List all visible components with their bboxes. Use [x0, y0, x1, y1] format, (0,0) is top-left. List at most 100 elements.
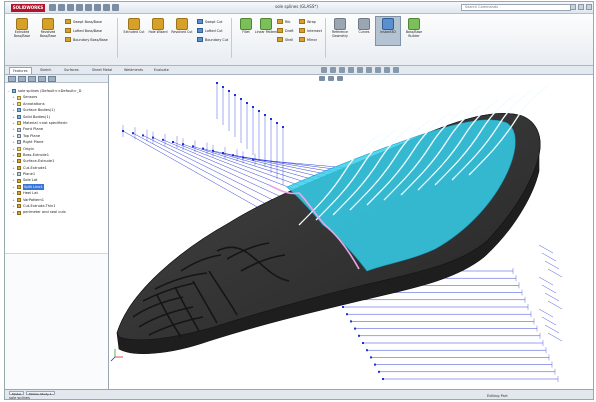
- pan-icon[interactable]: [328, 76, 334, 81]
- open-icon[interactable]: [58, 4, 65, 11]
- save-icon[interactable]: [67, 4, 74, 11]
- split-line-icon: [17, 185, 21, 190]
- lofted-cut-button[interactable]: Lofted Cut: [197, 28, 223, 33]
- dimension-line: [544, 260, 560, 270]
- dimension-endpoint: [366, 349, 368, 352]
- dimension-endpoint: [282, 126, 284, 128]
- view-orientation-icon[interactable]: [357, 67, 363, 73]
- revolved-boss-button[interactable]: Revolved Boss/Base: [35, 18, 61, 38]
- dimension-endpoint: [264, 114, 266, 116]
- zoom-fit-icon[interactable]: [321, 67, 327, 73]
- dimension-endpoint: [246, 102, 248, 104]
- dimension-line: [544, 324, 560, 334]
- lofted-boss-button[interactable]: Lofted Boss/Base: [65, 28, 102, 33]
- hole-wizard-button[interactable]: Hole Wizard: [145, 18, 171, 35]
- dimension-endpoint: [216, 82, 218, 84]
- button-label: Swept Boss/Base: [73, 19, 102, 24]
- mirror-button[interactable]: Mirror: [299, 37, 317, 42]
- dimension-line: [538, 244, 554, 254]
- rotate-icon[interactable]: [319, 76, 325, 81]
- boundary-cut-icon: [197, 37, 203, 42]
- button-label: Lofted Cut: [205, 28, 223, 33]
- new-icon[interactable]: [49, 4, 56, 11]
- rebuild-icon[interactable]: [103, 4, 110, 11]
- undo-icon[interactable]: [85, 4, 92, 11]
- mirror-icon: [299, 37, 305, 42]
- maximize-icon[interactable]: [578, 4, 584, 10]
- display-style-icon[interactable]: [366, 67, 372, 73]
- tab-motion-study[interactable]: Motion Study 1: [26, 391, 55, 396]
- solidworks-logo: SOLIDWORKS: [11, 4, 45, 12]
- button-label: Revolved Cut: [171, 30, 193, 34]
- swept-cut-button[interactable]: Swept Cut: [197, 19, 222, 24]
- search-input[interactable]: Search Commands: [461, 4, 571, 11]
- builder-button[interactable]: Boss/Base Builder: [401, 18, 427, 38]
- tab-surfaces[interactable]: Surfaces: [61, 67, 82, 74]
- zoom-icon[interactable]: [337, 76, 343, 81]
- dimension-endpoint: [276, 122, 278, 124]
- button-label: Linear Pattern: [254, 30, 278, 34]
- close-icon[interactable]: [586, 4, 592, 10]
- zoom-area-icon[interactable]: [330, 67, 336, 73]
- dimension-endpoint: [382, 378, 384, 380]
- rib-button[interactable]: Rib: [277, 19, 290, 24]
- shell-icon: [277, 37, 283, 42]
- tab-model[interactable]: Model: [9, 391, 25, 396]
- extruded-boss-button[interactable]: Extruded Boss/Base: [9, 18, 35, 38]
- button-label: Curves: [358, 30, 370, 34]
- intersect-button[interactable]: Intersect: [299, 28, 322, 33]
- dimension-line: [541, 316, 557, 326]
- appearance-icon[interactable]: [384, 67, 390, 73]
- print-icon[interactable]: [76, 4, 83, 11]
- previous-view-icon[interactable]: [339, 67, 345, 73]
- tab-sheet-metal[interactable]: Sheet Metal: [89, 67, 115, 74]
- hide-show-icon[interactable]: [375, 67, 381, 73]
- revolved-cut-button[interactable]: Revolved Cut: [169, 18, 195, 35]
- tab-weldments[interactable]: Weldments: [121, 67, 146, 74]
- expand-icon[interactable]: +: [12, 209, 15, 215]
- dimension-endpoint: [234, 94, 236, 96]
- draft-button[interactable]: Draft: [277, 28, 294, 33]
- scene-icon[interactable]: [393, 67, 399, 73]
- property-manager-tab-icon[interactable]: [18, 76, 26, 82]
- section-view-icon[interactable]: [348, 67, 354, 73]
- graphics-area[interactable]: [109, 75, 594, 389]
- curves-button[interactable]: Curves: [351, 18, 377, 35]
- fillet-icon: [240, 18, 252, 30]
- dimension-line: [547, 300, 563, 310]
- solid-bodies-icon: [17, 114, 21, 119]
- configuration-tab-icon[interactable]: [28, 76, 36, 82]
- wrap-button[interactable]: Wrap: [299, 19, 316, 24]
- boundary-boss-button[interactable]: Boundary Boss/Base: [65, 37, 108, 42]
- tree-item[interactable]: + perimeter and seal cuts: [5, 209, 108, 215]
- dimxpert-tab-icon[interactable]: [38, 76, 46, 82]
- select-icon[interactable]: [94, 4, 101, 11]
- tab-features[interactable]: Features: [9, 67, 32, 74]
- linear-pattern-button[interactable]: Linear Pattern: [253, 18, 279, 35]
- sketch-icon: [17, 191, 21, 196]
- tab-sketch[interactable]: Sketch: [37, 67, 54, 74]
- extruded-cut-button[interactable]: Extruded Cut: [121, 18, 147, 35]
- feature-tree-tab-icon[interactable]: [8, 76, 16, 82]
- options-icon[interactable]: [112, 4, 119, 11]
- status-editing-mode: Editing Part: [487, 394, 508, 398]
- reference-geometry-button[interactable]: Reference Geometry: [327, 18, 353, 38]
- feature-manager-tree: − sole splines (Default<<Default>_D + Sen…: [5, 75, 109, 389]
- dimension-endpoint: [162, 138, 164, 141]
- model-tabs: Model Motion Study 1: [9, 391, 55, 396]
- lofted-cut-icon: [197, 28, 203, 33]
- swept-boss-button[interactable]: Swept Boss/Base: [65, 19, 102, 24]
- dimension-line: [538, 276, 554, 286]
- boundary-cut-button[interactable]: Boundary Cut: [197, 37, 228, 42]
- button-label: Boss/Base Builder: [405, 30, 423, 38]
- display-tab-icon[interactable]: [48, 76, 56, 82]
- sole-model-viewport[interactable]: [109, 75, 594, 389]
- tab-evaluate[interactable]: Evaluate: [151, 67, 172, 74]
- instant3d-button[interactable]: Instant3D: [375, 18, 401, 35]
- shell-button[interactable]: Shell: [277, 37, 293, 42]
- dimension-endpoint: [232, 154, 234, 157]
- minimize-icon[interactable]: [570, 4, 576, 10]
- annotations-icon: [17, 101, 21, 106]
- extruded-boss-icon: [16, 18, 28, 30]
- dimension-endpoint: [350, 320, 352, 323]
